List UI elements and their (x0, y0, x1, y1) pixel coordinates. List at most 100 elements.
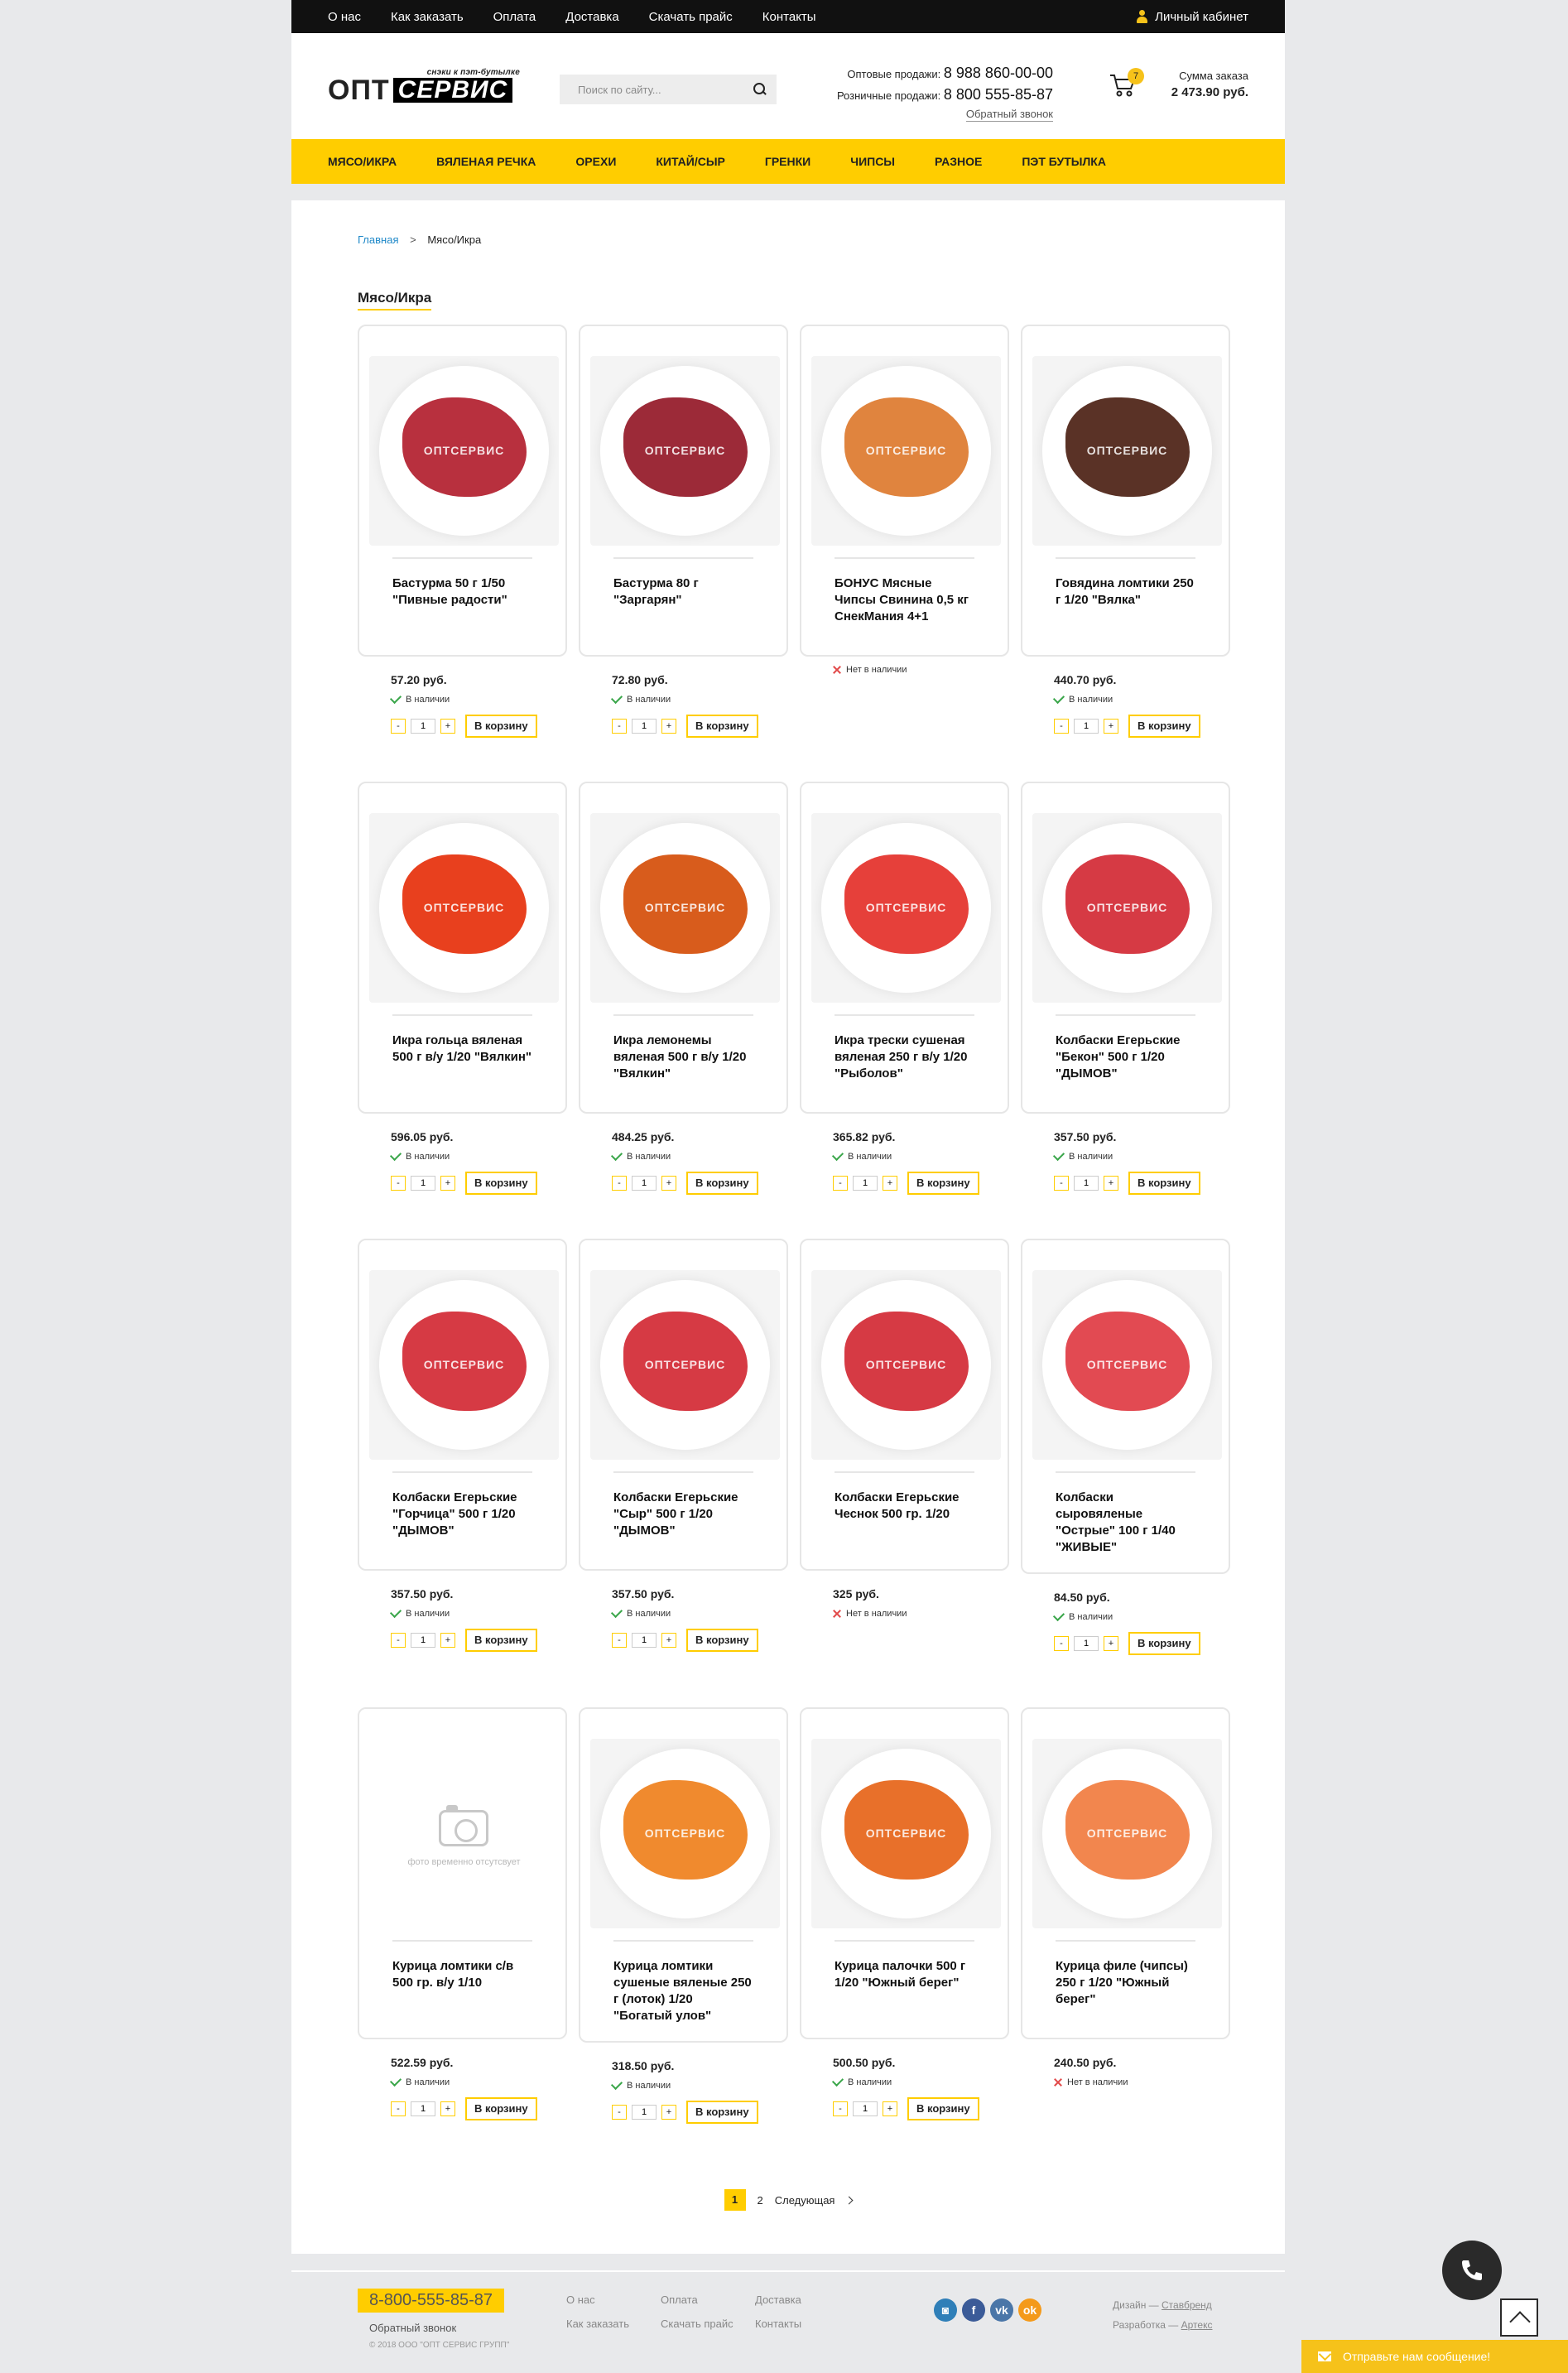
chevron-right-icon[interactable] (845, 2196, 854, 2204)
product-card[interactable]: ОПТСЕРВИС Икра лемонемы вяленая 500 г в/… (579, 782, 788, 1114)
qty-plus-button[interactable]: + (1104, 1636, 1118, 1651)
top-nav-how-to-order[interactable]: Как заказать (391, 10, 464, 24)
product-name[interactable]: Икра гольца вяленая 500 г в/у 1/20 "Вялк… (369, 1016, 556, 1095)
menu-item-dried-fish[interactable]: Вяленая речка (436, 155, 536, 168)
qty-minus-button[interactable]: - (612, 2105, 627, 2120)
product-image[interactable]: ОПТСЕРВИС (590, 356, 780, 546)
product-name[interactable]: Курица ломтики сушеные вяленые 250 г (ло… (590, 1942, 777, 2024)
add-to-cart-button[interactable]: В корзину (907, 1172, 979, 1195)
product-name[interactable]: Курица палочки 500 г 1/20 "Южный берег" (811, 1942, 998, 2021)
qty-minus-button[interactable]: - (391, 1176, 406, 1191)
product-card[interactable]: ОПТСЕРВИС Икра трески сушеная вяленая 25… (800, 782, 1009, 1114)
instagram-icon[interactable]: ◙ (934, 2298, 957, 2322)
footer-nav-payment[interactable]: Оплата (661, 2294, 755, 2306)
product-image[interactable]: ОПТСЕРВИС (1032, 813, 1222, 1003)
qty-input[interactable] (632, 2105, 657, 2120)
qty-plus-button[interactable]: + (440, 2101, 455, 2116)
search-input[interactable] (578, 83, 753, 96)
product-card[interactable]: ОПТСЕРВИС Колбаски Егерьские Чеснок 500 … (800, 1239, 1009, 1571)
add-to-cart-button[interactable]: В корзину (686, 715, 758, 738)
design-link[interactable]: Ставбренд (1162, 2299, 1212, 2311)
product-card[interactable]: ОПТСЕРВИС Колбаски Егерьские "Бекон" 500… (1021, 782, 1230, 1114)
menu-item-nuts[interactable]: Орехи (575, 155, 616, 168)
top-nav-payment[interactable]: Оплата (493, 10, 536, 24)
qty-minus-button[interactable]: - (391, 1633, 406, 1648)
menu-item-meat[interactable]: Мясо/икра (328, 155, 397, 168)
retail-phone[interactable]: 8 800 555-85-87 (944, 86, 1053, 103)
product-image[interactable]: ОПТСЕРВИС (811, 813, 1001, 1003)
qty-input[interactable] (853, 1176, 878, 1191)
qty-input[interactable] (632, 719, 657, 734)
qty-plus-button[interactable]: + (661, 1176, 676, 1191)
top-nav-about[interactable]: О нас (328, 10, 361, 24)
qty-minus-button[interactable]: - (612, 1633, 627, 1648)
product-name[interactable]: Курица филе (чипсы) 250 г 1/20 "Южный бе… (1032, 1942, 1219, 2021)
product-image[interactable]: ОПТСЕРВИС (811, 356, 1001, 546)
footer-nav-delivery[interactable]: Доставка (755, 2294, 849, 2306)
top-nav-download-price[interactable]: Скачать прайс (649, 10, 733, 24)
qty-plus-button[interactable]: + (661, 719, 676, 734)
footer-nav-about[interactable]: О нас (566, 2294, 661, 2306)
top-nav-delivery[interactable]: Доставка (565, 10, 618, 24)
odnoklassniki-icon[interactable]: ok (1018, 2298, 1041, 2322)
product-card[interactable]: ОПТСЕРВИС Колбаски Егерьские "Горчица" 5… (358, 1239, 567, 1571)
product-image-placeholder[interactable]: фото временно отсутсвует (369, 1739, 559, 1928)
add-to-cart-button[interactable]: В корзину (686, 1172, 758, 1195)
product-card[interactable]: ОПТСЕРВИС БОНУС Мясные Чипсы Свинина 0,5… (800, 325, 1009, 657)
product-name[interactable]: Колбаски Егерьские "Бекон" 500 г 1/20 "Д… (1032, 1016, 1219, 1095)
qty-minus-button[interactable]: - (612, 719, 627, 734)
callback-link[interactable]: Обратный звонок (965, 108, 1053, 122)
add-to-cart-button[interactable]: В корзину (465, 2097, 537, 2120)
qty-input[interactable] (853, 2101, 878, 2116)
qty-input[interactable] (1074, 1636, 1099, 1651)
product-name[interactable]: Говядина ломтики 250 г 1/20 "Вялка" (1032, 559, 1219, 638)
qty-input[interactable] (411, 1633, 435, 1648)
menu-item-misc[interactable]: Разное (935, 155, 982, 168)
product-name[interactable]: Бастурма 50 г 1/50 "Пивные радости" (369, 559, 556, 638)
product-card[interactable]: ОПТСЕРВИС Говядина ломтики 250 г 1/20 "В… (1021, 325, 1230, 657)
facebook-icon[interactable]: f (962, 2298, 985, 2322)
product-card[interactable]: ОПТСЕРВИС Курица ломтики сушеные вяленые… (579, 1707, 788, 2043)
qty-plus-button[interactable]: + (440, 1633, 455, 1648)
qty-plus-button[interactable]: + (883, 1176, 897, 1191)
add-to-cart-button[interactable]: В корзину (1128, 1172, 1200, 1195)
footer-nav-contacts[interactable]: Контакты (755, 2318, 849, 2330)
product-image[interactable]: ОПТСЕРВИС (811, 1739, 1001, 1928)
dev-link[interactable]: Артекс (1181, 2319, 1213, 2331)
menu-item-pet-bottle[interactable]: Пэт бутылка (1022, 155, 1106, 168)
personal-cabinet-link[interactable]: Личный кабинет (1137, 10, 1248, 24)
product-name[interactable]: Колбаски Егерьские "Сыр" 500 г 1/20 "ДЫМ… (590, 1473, 777, 1552)
product-card[interactable]: фото временно отсутсвует Курица ломтики … (358, 1707, 567, 2039)
qty-input[interactable] (411, 719, 435, 734)
qty-input[interactable] (632, 1633, 657, 1648)
add-to-cart-button[interactable]: В корзину (686, 1629, 758, 1652)
qty-minus-button[interactable]: - (391, 2101, 406, 2116)
cart-button[interactable]: 7 (1109, 68, 1144, 103)
product-image[interactable]: ОПТСЕРВИС (369, 356, 559, 546)
footer-nav-download-price[interactable]: Скачать прайс (661, 2318, 755, 2330)
qty-plus-button[interactable]: + (440, 719, 455, 734)
qty-input[interactable] (411, 2101, 435, 2116)
qty-plus-button[interactable]: + (1104, 1176, 1118, 1191)
product-card[interactable]: ОПТСЕРВИС Бастурма 80 г "Заргарян" (579, 325, 788, 657)
qty-input[interactable] (632, 1176, 657, 1191)
product-name[interactable]: Колбаски Егерьские Чеснок 500 гр. 1/20 (811, 1473, 998, 1552)
product-card[interactable]: ОПТСЕРВИС Колбаски Егерьские "Сыр" 500 г… (579, 1239, 788, 1571)
product-image[interactable]: ОПТСЕРВИС (811, 1270, 1001, 1460)
qty-minus-button[interactable]: - (612, 1176, 627, 1191)
qty-plus-button[interactable]: + (1104, 719, 1118, 734)
footer-phone[interactable]: 8-800-555-85-87 (358, 2289, 504, 2313)
product-image[interactable]: ОПТСЕРВИС (369, 813, 559, 1003)
product-name[interactable]: Бастурма 80 г "Заргарян" (590, 559, 777, 638)
logo[interactable]: снэки к пэт-бутылке ОПТ СЕРВИС (328, 68, 527, 104)
qty-plus-button[interactable]: + (440, 1176, 455, 1191)
add-to-cart-button[interactable]: В корзину (465, 1172, 537, 1195)
add-to-cart-button[interactable]: В корзину (686, 2101, 758, 2124)
add-to-cart-button[interactable]: В корзину (907, 2097, 979, 2120)
product-image[interactable]: ОПТСЕРВИС (369, 1270, 559, 1460)
product-name[interactable]: Курица ломтики с/в 500 гр. в/у 1/10 (369, 1942, 556, 2021)
product-card[interactable]: ОПТСЕРВИС Икра гольца вяленая 500 г в/у … (358, 782, 567, 1114)
product-card[interactable]: ОПТСЕРВИС Курица палочки 500 г 1/20 "Южн… (800, 1707, 1009, 2039)
qty-minus-button[interactable]: - (833, 1176, 848, 1191)
footer-callback-link[interactable]: Обратный звонок (369, 2322, 456, 2334)
